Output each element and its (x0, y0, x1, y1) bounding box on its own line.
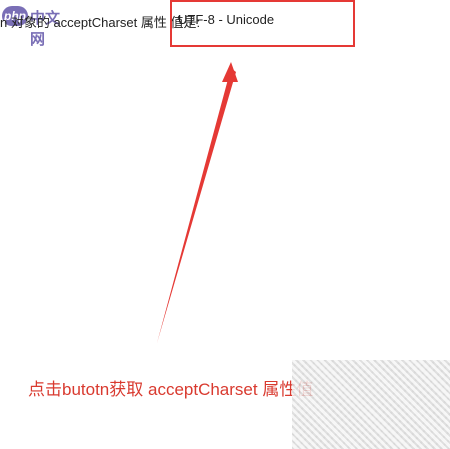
watermark-overlay (292, 360, 450, 449)
highlight-box (170, 0, 355, 47)
